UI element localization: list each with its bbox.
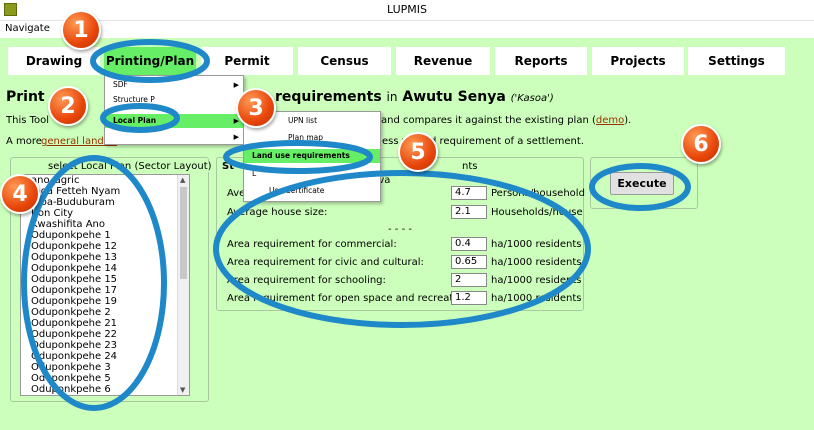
list-item[interactable]: Oduponkpehe 14 [21,263,189,274]
commercial-input[interactable]: 0.4 [451,237,487,251]
std-label: Area requirement for open space and recr… [227,293,481,304]
list-item[interactable]: Oduponkpehe 24 [21,351,189,362]
open-space-input[interactable]: 1.2 [451,291,487,305]
std-unit: ha/1000 residents [491,239,582,250]
schooling-input[interactable]: 2 [451,273,487,287]
list-item[interactable]: moa-Buduburam [21,197,189,208]
list-item[interactable]: Oduponkpehe 6 [21,384,189,395]
step-badge-1: 1 [61,10,101,50]
description-line1-start: This Tool [6,115,50,126]
tab-permit[interactable]: Permit [201,47,293,75]
scroll-down-icon[interactable]: ▼ [180,386,185,394]
menu-bar: Navigate [0,21,814,38]
scroll-thumb[interactable] [180,187,187,279]
page-title-prefix: Print [6,89,45,105]
list-item[interactable]: Oduponkpehe 3 [21,362,189,373]
menu-navigate[interactable]: Navigate [5,23,50,34]
plan-panel-title: select Local Plan (Sector Layout) [48,161,212,172]
list-item[interactable]: moa Fetteh Nyam [21,186,189,197]
menu-item-extra[interactable]: ▶ [105,130,243,144]
house-size-input[interactable]: 2.1 [451,205,487,219]
standards-title-right: nts [462,161,478,172]
printing-plan-dropdown: SDF ▶ Structure P Local Plan ▶ ▶ [104,75,244,145]
place-name: ('Kasoa') [510,93,554,104]
list-item[interactable]: Oduponkpehe 17 [21,285,189,296]
std-unit: ha/1000 residents [491,275,582,286]
list-item[interactable]: Oduponkpehe 13 [21,252,189,263]
step-badge-3: 3 [236,88,276,128]
menu-item-local-plan-label: Local Plan [113,116,157,125]
list-item[interactable]: Oduponkpehe 23 [21,340,189,351]
menu-item-sdf-label: SDF [113,80,128,89]
page-title: requirements in Awutu Senya ('Kasoa') [275,89,554,105]
page-title-in: in [386,90,398,104]
window-title: LUPMIS [387,3,427,16]
persons-per-household-input[interactable]: 4.7 [451,186,487,200]
execute-button[interactable]: Execute [610,172,674,195]
tab-settings[interactable]: Settings [688,47,785,75]
step-badge-4: 4 [0,174,40,214]
list-item[interactable]: Oduponkpehe 1 [21,230,189,241]
tab-census[interactable]: Census [298,47,391,75]
local-plan-list-items: ano_agric moa Fetteh Nyam moa-Buduburam … [21,175,189,395]
submenu-arrow-icon: ▶ [233,81,239,89]
list-item[interactable]: Oduponkpehe 12 [21,241,189,252]
tab-projects[interactable]: Projects [592,47,684,75]
std-label: Area requirement for civic and cultural: [227,257,424,268]
std-label: Area requirement for commercial: [227,239,397,250]
menu-item-l[interactable]: L [244,167,380,181]
list-item[interactable]: Oduponkpehe 19 [21,296,189,307]
description-line1: and compares it against the existing pla… [381,115,631,126]
menu-item-use-certificate[interactable]: Use Certificate [244,184,380,198]
menu-item-land-use-requirements[interactable]: Land use requirements [244,149,380,163]
submenu-arrow-icon: ▶ [233,133,239,141]
list-item[interactable]: Kwashifita Ano [21,219,189,230]
step-badge-5: 5 [398,132,438,172]
standards-title-left: St [222,161,234,172]
description-line1-text: and compares it against the existing pla… [381,115,596,126]
tab-reports[interactable]: Reports [495,47,587,75]
std-unit: ha/1000 residents [491,257,582,268]
list-item[interactable]: Oduponkpehe 21 [21,318,189,329]
local-plan-list[interactable]: ano_agric moa Fetteh Nyam moa-Buduburam … [20,174,190,396]
list-item[interactable]: Oduponkpehe 5 [21,373,189,384]
separator: - - - - [388,224,412,235]
std-label: Area requirement for schooling: [227,275,386,286]
demo-link[interactable]: demo [596,115,624,126]
menu-item-plan-map[interactable]: Plan map [244,131,380,145]
page-title-main: requirements [275,89,382,105]
list-item[interactable]: Oduponkpehe 22 [21,329,189,340]
std-unit: ha/1000 residents [491,293,582,304]
tab-drawing[interactable]: Drawing [8,47,100,75]
tab-revenue[interactable]: Revenue [396,47,490,75]
std-label: Average house size: [227,207,328,218]
description-line2-start: A more [6,136,42,147]
std-unit: Households/house [491,207,583,218]
step-badge-2: 2 [48,86,88,126]
list-item[interactable]: Oduponkpehe 15 [21,274,189,285]
scroll-up-icon[interactable]: ▲ [180,176,185,184]
title-bar: LUPMIS [0,0,814,21]
menu-item-local-plan[interactable]: Local Plan ▶ [105,114,243,128]
tab-printing-plan[interactable]: Printing/Plan [104,47,196,75]
list-scrollbar[interactable]: ▲ ▼ [177,175,189,395]
description-line1-close: ). [624,115,632,126]
std-unit: Persons/household [491,188,585,199]
district-name: Awutu Senya [402,89,506,105]
list-item[interactable]: ano_agric [21,175,189,186]
menu-item-structure-plan[interactable]: Structure P [105,93,243,107]
menu-item-sdf[interactable]: SDF ▶ [105,78,243,92]
list-item[interactable]: Iron City [21,208,189,219]
step-badge-6: 6 [681,124,721,164]
list-item[interactable]: Oduponkpehe 2 [21,307,189,318]
civic-cultural-input[interactable]: 0.65 [451,255,487,269]
